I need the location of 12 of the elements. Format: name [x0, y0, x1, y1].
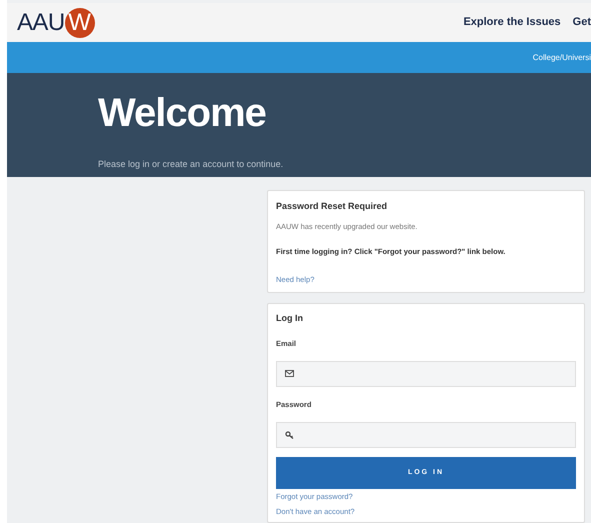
- password-field[interactable]: [276, 422, 576, 448]
- hero-subtitle: Please log in or create an account to continue.: [98, 158, 284, 171]
- key-icon: [285, 431, 294, 439]
- subnav-link[interactable]: College/Universi: [532, 52, 591, 64]
- login-title: Log In: [276, 312, 303, 325]
- nav-link[interactable]: Explore the Issues: [463, 14, 561, 31]
- email-field[interactable]: [276, 360, 576, 387]
- aauw-logo[interactable]: AAU W: [17, 6, 95, 40]
- hero-title: Welcome: [98, 93, 266, 133]
- nav-link[interactable]: Get: [572, 14, 591, 31]
- notice-title: Password Reset Required: [276, 200, 388, 213]
- envelope-icon: [285, 370, 294, 378]
